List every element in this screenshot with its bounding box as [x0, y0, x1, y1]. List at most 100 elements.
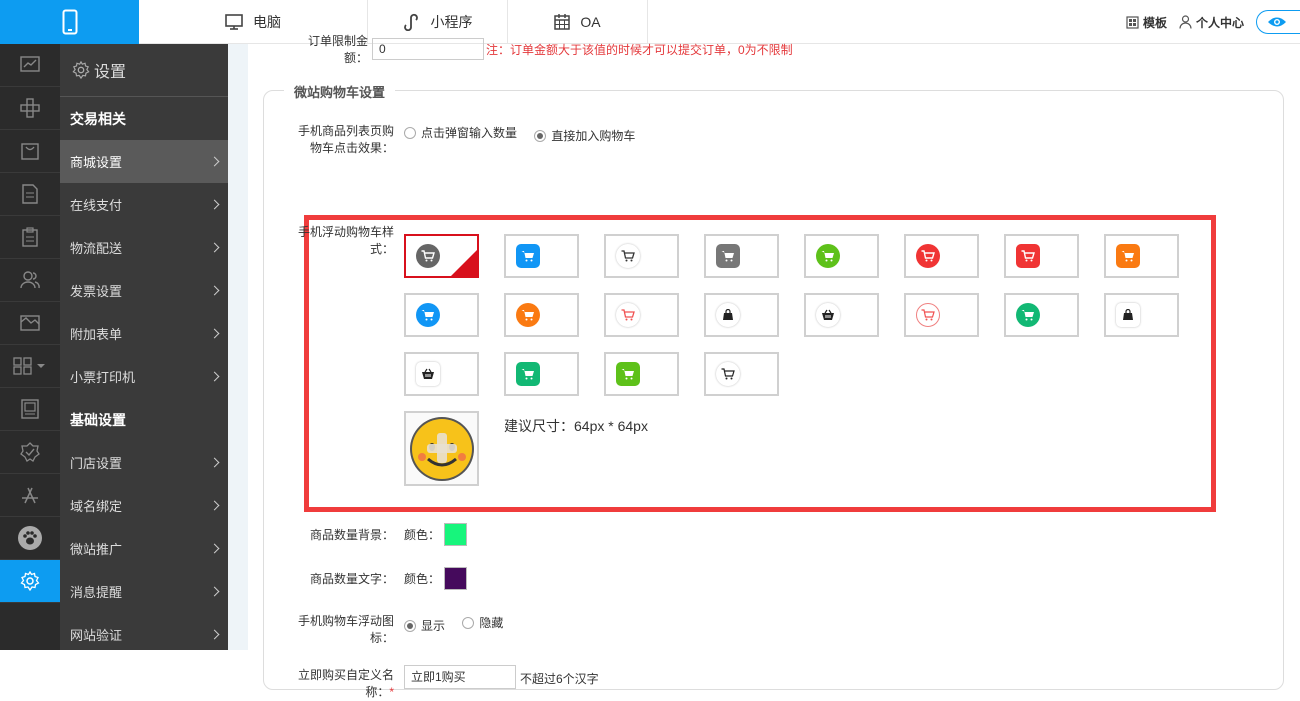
- radio-direct-add[interactable]: 直接加入购物车: [534, 127, 635, 144]
- sidebar-item-online-payment[interactable]: 在线支付: [60, 183, 228, 226]
- settings-icon: [20, 98, 40, 118]
- cart-style-17[interactable]: [404, 352, 479, 396]
- basket-icon: [816, 303, 840, 327]
- nav-bag[interactable]: [0, 130, 60, 173]
- count-text-color-label: 颜色：: [404, 572, 441, 586]
- cart-style-16[interactable]: [1104, 293, 1179, 337]
- cart-style-6[interactable]: [904, 234, 979, 278]
- app-store-icon: [22, 487, 38, 504]
- calendar-icon: [554, 14, 571, 30]
- sidebar-item-label: 微站推广: [70, 542, 123, 557]
- mobile-logo[interactable]: [0, 0, 139, 44]
- radio-dot: [404, 126, 416, 139]
- cart-style-8[interactable]: [1104, 234, 1179, 278]
- float-style-label-line2: 式：: [369, 242, 394, 256]
- section-title: 微站购物车设置: [284, 82, 396, 101]
- nav-gear[interactable]: [0, 560, 60, 603]
- user-center-label: 个人中心: [1195, 15, 1244, 30]
- sidebar-item-invoice[interactable]: 发票设置: [60, 269, 228, 312]
- chevron-right-icon: [209, 242, 220, 253]
- cart-style-10[interactable]: [504, 293, 579, 337]
- buy-now-input[interactable]: 立即1购买: [404, 665, 516, 689]
- cart-style-19[interactable]: [604, 352, 679, 396]
- custom-cart-image[interactable]: [404, 411, 479, 486]
- users-icon: [20, 271, 40, 289]
- float-icon-label-line2: 标：: [369, 631, 394, 645]
- sidebar-item-label: 商城设置: [70, 155, 123, 170]
- icon-bar: [0, 44, 60, 650]
- cart-style-20[interactable]: [704, 352, 779, 396]
- nav-badge-check[interactable]: [0, 431, 60, 474]
- user-center-button[interactable]: 个人中心: [1179, 14, 1244, 31]
- radio-dot: [462, 616, 475, 629]
- count-text-row: 颜色：: [404, 567, 468, 590]
- template-button[interactable]: 模板: [1126, 14, 1167, 31]
- miniprogram-icon: [403, 13, 418, 31]
- nav-clipboard[interactable]: [0, 216, 60, 259]
- cart-style-15[interactable]: [1004, 293, 1079, 337]
- cart-style-3[interactable]: [604, 234, 679, 278]
- cart-style-5[interactable]: [804, 234, 879, 278]
- monitor-icon: [225, 14, 243, 30]
- cart-icon: [916, 244, 940, 268]
- basket-icon: [416, 362, 440, 386]
- radio-hide[interactable]: 隐藏: [462, 614, 503, 631]
- sidebar-group-trade: 交易相关: [70, 110, 126, 127]
- nav-document[interactable]: [0, 173, 60, 216]
- click-effect-options: 点击弹窗输入数量 直接加入购物车: [404, 124, 649, 144]
- sidebar-item-receipt-printer[interactable]: 小票打印机: [60, 355, 228, 398]
- settings-sidebar: 设置 交易相关 商城设置 在线支付 物流配送 发票设置 附加表单 小票打印机 基…: [60, 44, 228, 650]
- cart-icon: [616, 303, 640, 327]
- order-limit-input[interactable]: 0: [372, 38, 484, 60]
- cart-style-12[interactable]: [704, 293, 779, 337]
- preview-button[interactable]: [1256, 10, 1300, 34]
- cart-style-13[interactable]: [804, 293, 879, 337]
- sidebar-item-logistics[interactable]: 物流配送: [60, 226, 228, 269]
- chevron-right-icon: [209, 500, 220, 511]
- nav-paw[interactable]: [0, 517, 60, 560]
- sidebar-item-domain[interactable]: 域名绑定: [60, 484, 228, 527]
- sidebar-group-basic: 基础设置: [70, 411, 126, 428]
- nav-users[interactable]: [0, 259, 60, 302]
- sidebar-item-mall-settings[interactable]: 商城设置: [60, 140, 228, 183]
- cart-icon: [516, 303, 540, 327]
- radio-show[interactable]: 显示: [404, 617, 445, 634]
- count-bg-color-swatch[interactable]: [444, 523, 468, 546]
- tab-oa-label: OA: [580, 14, 601, 30]
- nav-chart[interactable]: [0, 44, 60, 87]
- nav-settings[interactable]: [0, 87, 60, 130]
- cart-style-4[interactable]: [704, 234, 779, 278]
- cart-style-9[interactable]: [404, 293, 479, 337]
- cart-style-14[interactable]: [904, 293, 979, 337]
- sidebar-item-label: 在线支付: [70, 198, 123, 213]
- top-right-actions: 模板 个人中心: [1126, 0, 1300, 44]
- nav-image[interactable]: [0, 302, 60, 345]
- cart-style-18[interactable]: [504, 352, 579, 396]
- sidebar-item-label: 域名绑定: [70, 499, 123, 514]
- cart-style-7[interactable]: [1004, 234, 1079, 278]
- nav-layout[interactable]: [0, 388, 60, 431]
- buy-now-hint: 不超过6个汉字: [520, 672, 599, 686]
- order-limit-row: 订单限制金额： 0 注：订单金额大于该值的时候才可以提交订单，0为不限制: [288, 34, 793, 65]
- count-text-color-swatch[interactable]: [444, 567, 468, 590]
- radio-popup-quantity[interactable]: 点击弹窗输入数量: [404, 124, 517, 141]
- cart-style-1[interactable]: [404, 234, 479, 278]
- eye-icon: [1268, 17, 1286, 27]
- cart-style-2[interactable]: [504, 234, 579, 278]
- chevron-right-icon: [209, 199, 220, 210]
- count-bg-row: 颜色：: [404, 523, 468, 546]
- chart-icon: [20, 56, 40, 72]
- nav-grid[interactable]: [0, 345, 60, 388]
- chevron-right-icon: [209, 328, 220, 339]
- nav-app-store[interactable]: [0, 474, 60, 517]
- sidebar-item-label: 消息提醒: [70, 585, 123, 600]
- float-icon-options: 显示 隐藏: [404, 614, 517, 634]
- sidebar-title-label: 设置: [94, 64, 127, 81]
- radio-label: 直接加入购物车: [551, 129, 636, 143]
- cart-style-11[interactable]: [604, 293, 679, 337]
- radio-label: 点击弹窗输入数量: [421, 126, 518, 140]
- sidebar-item-store[interactable]: 门店设置: [60, 441, 228, 484]
- sidebar-item-extra-form[interactable]: 附加表单: [60, 312, 228, 355]
- sidebar-item-promotion[interactable]: 微站推广: [60, 527, 228, 570]
- sidebar-item-notifications[interactable]: 消息提醒: [60, 570, 228, 613]
